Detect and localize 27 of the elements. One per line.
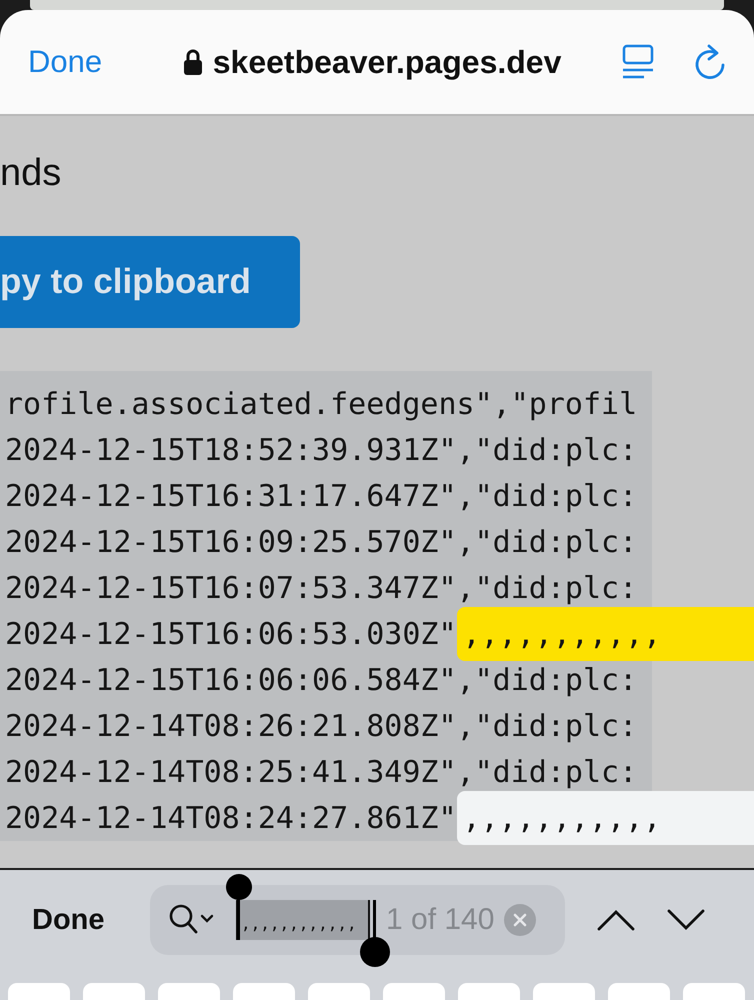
code-line: 2024-12-15T18:52:39.931Z","did:plc: <box>4 432 638 468</box>
url-text[interactable]: skeetbeaver.pages.dev <box>212 44 562 80</box>
next-match-button[interactable] <box>667 909 705 931</box>
reader-view-icon[interactable] <box>622 44 654 80</box>
code-line: 2024-12-15T16:09:25.570Z","did:plc: <box>4 524 638 560</box>
match-count: 1 of 140 <box>386 903 494 937</box>
done-button[interactable]: Done <box>28 44 102 80</box>
code-line: rofile.associated.feedgens","profil <box>4 386 638 422</box>
reload-icon[interactable] <box>694 44 726 80</box>
find-input[interactable]: ,,,,,,,,,,,, <box>236 900 370 940</box>
find-field[interactable]: ,,,,,,,,,,,, 1 of 140 <box>150 885 565 955</box>
search-match: ,,,,,,,,,,, <box>456 607 754 661</box>
code-line: 2024-12-15T16:06:06.584Z","did:plc: <box>4 662 638 698</box>
done-button[interactable]: Done <box>32 904 150 936</box>
code-line: 2024-12-15T16:06:53.030Z" <box>4 616 457 652</box>
search-match: ,,,,,,,,,,, <box>456 791 754 845</box>
page-heading: nds <box>0 151 62 196</box>
previous-match-button[interactable] <box>597 909 635 931</box>
code-line: 2024-12-15T16:07:53.347Z","did:plc: <box>4 570 638 606</box>
code-line: 2024-12-14T08:26:21.808Z","did:plc: <box>4 708 638 744</box>
code-line: 2024-12-14T08:24:27.861Z" <box>4 800 457 836</box>
clear-icon[interactable] <box>504 904 536 936</box>
code-line: 2024-12-15T16:31:17.647Z","did:plc: <box>4 478 638 514</box>
copy-button[interactable]: py to clipboard <box>0 236 300 328</box>
selection-handle[interactable] <box>360 900 390 968</box>
code-line: 2024-12-14T08:25:41.349Z","did:plc: <box>4 754 638 790</box>
lock-icon <box>182 49 203 75</box>
